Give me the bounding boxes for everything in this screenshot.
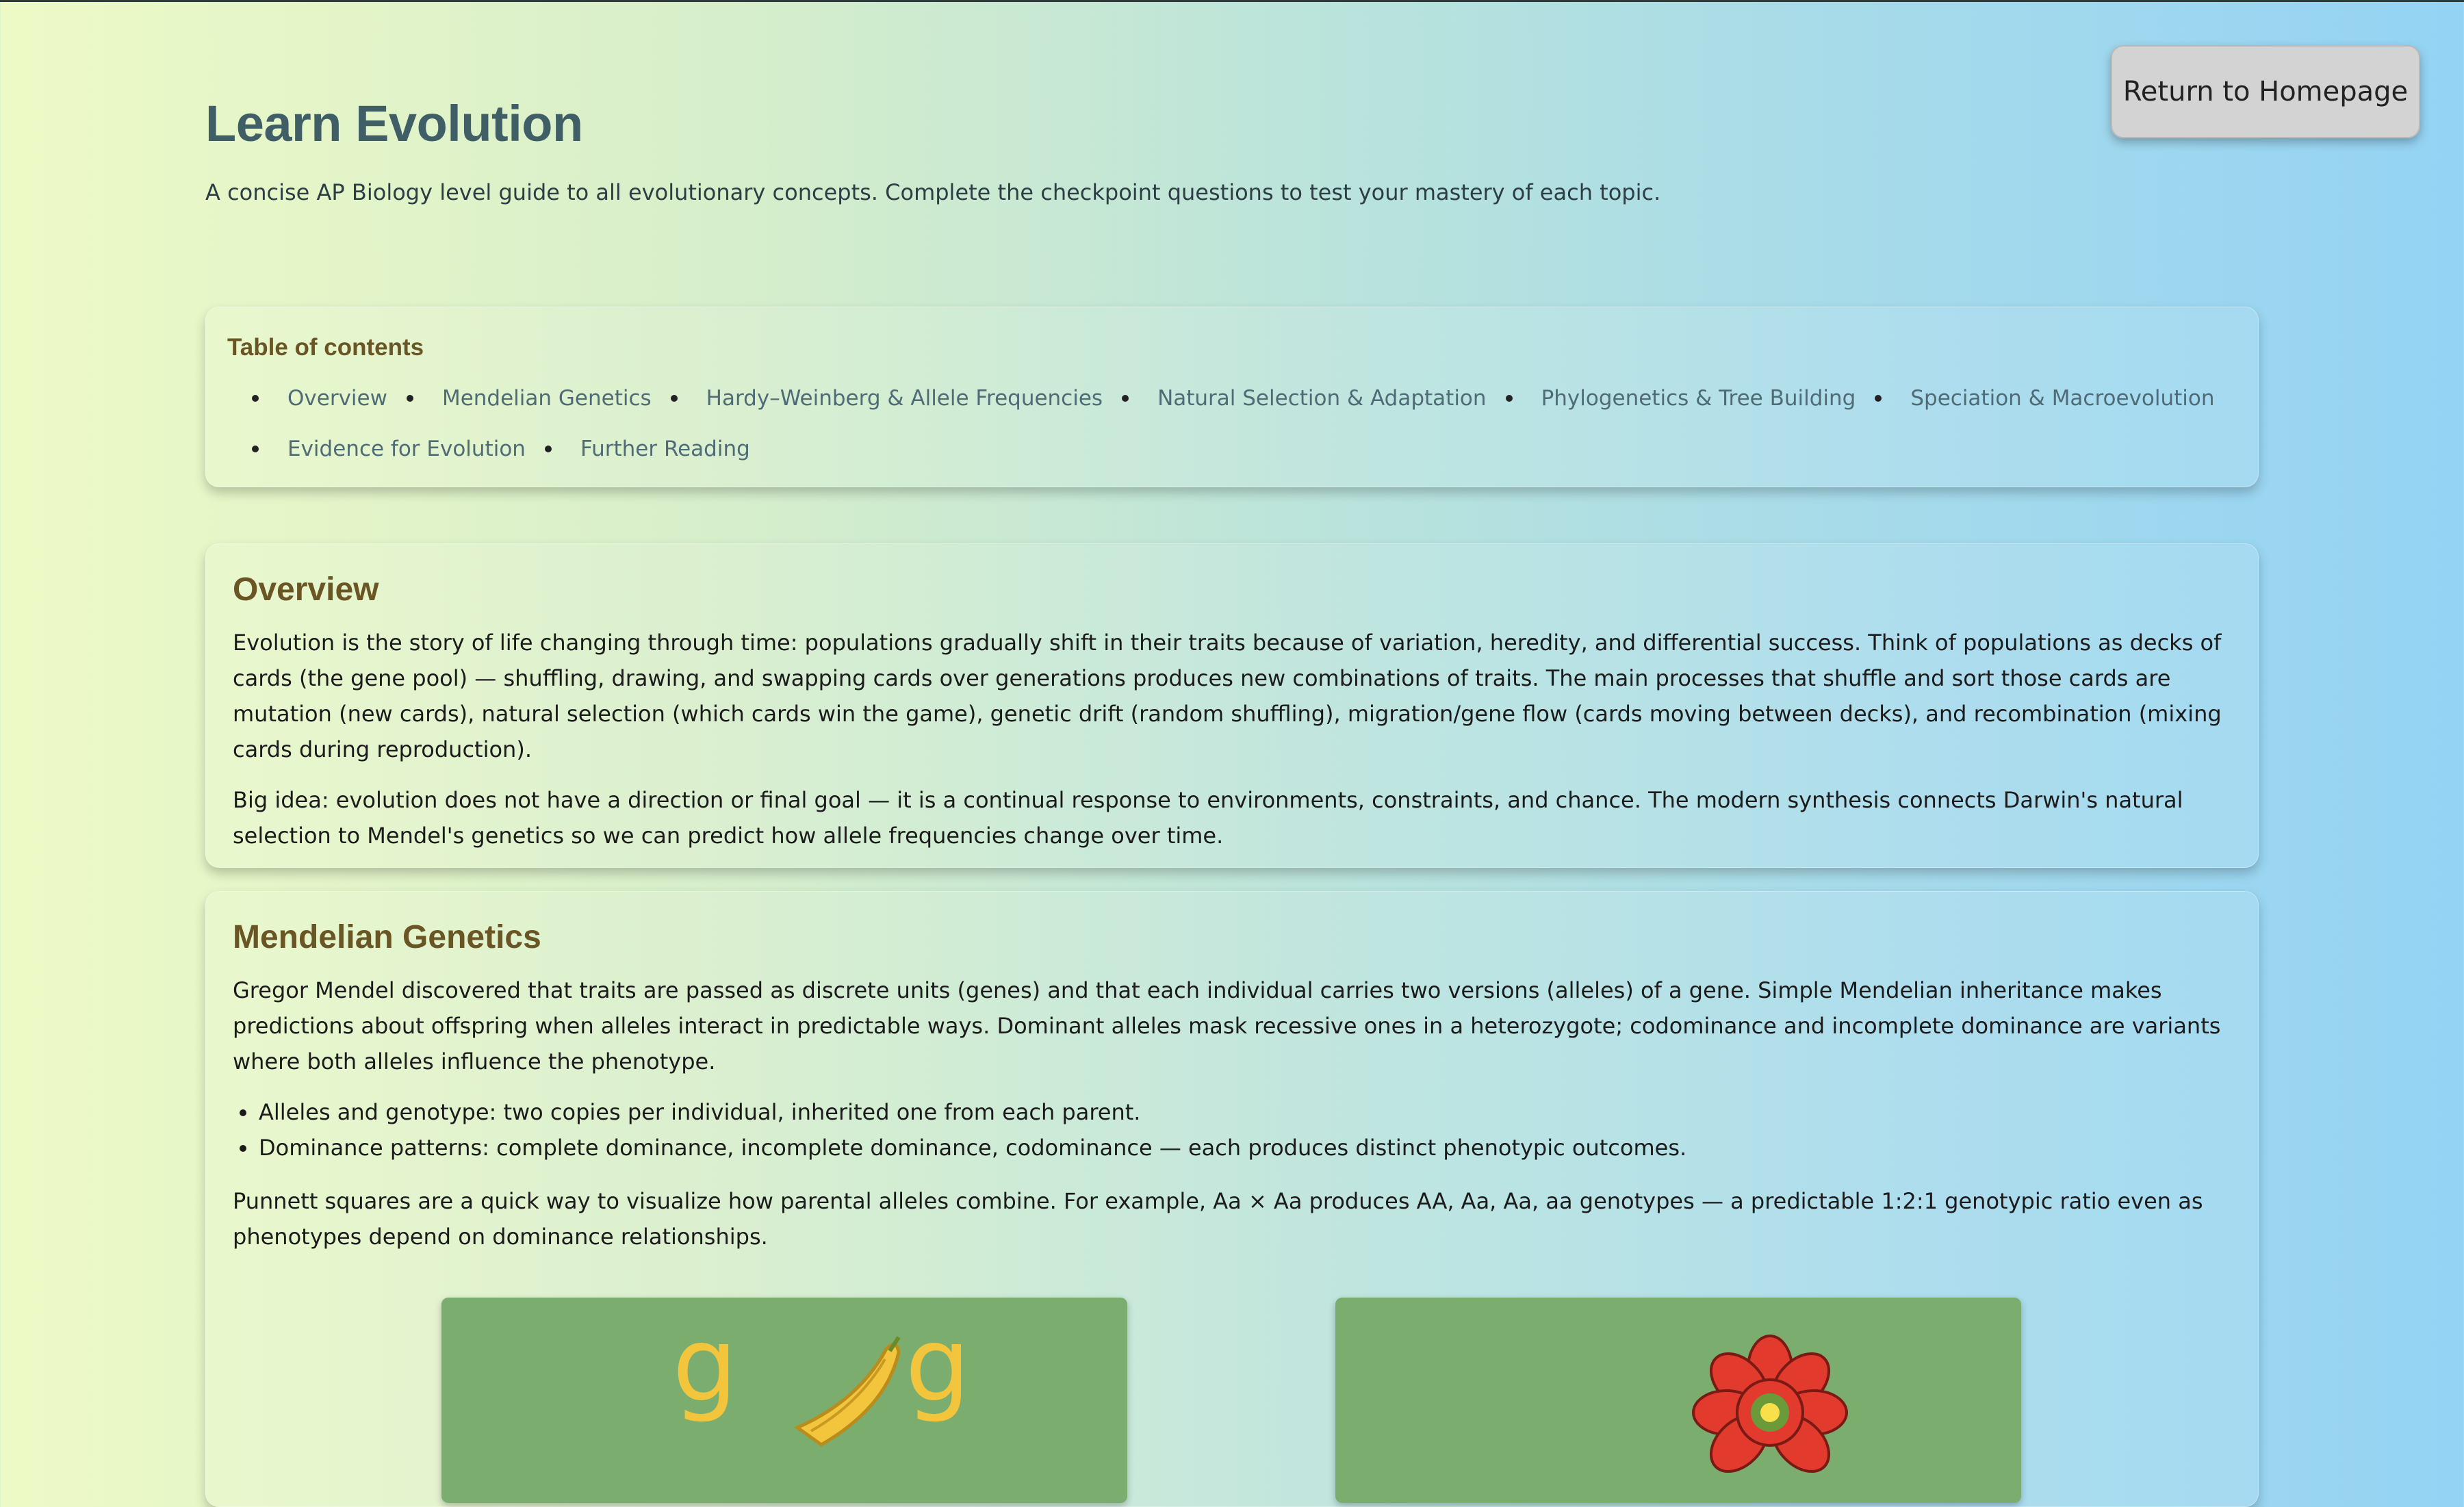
bullet-dot xyxy=(670,395,678,402)
allele-letter-right: g xyxy=(905,1306,970,1425)
mendelian-bullets: Alleles and genotype: two copies per ind… xyxy=(233,1094,2231,1165)
page-subtitle: A concise AP Biology level guide to all … xyxy=(205,179,1661,205)
bullet-dot xyxy=(406,395,413,402)
toc-link-evidence[interactable]: Evidence for Evolution xyxy=(252,431,526,467)
overview-paragraph-1: Evolution is the story of life changing … xyxy=(233,630,2222,762)
bullet-dot xyxy=(544,446,552,452)
toc-list: Overview Mendelian Genetics Hardy–Weinbe… xyxy=(252,381,2237,467)
toc-title: Table of contents xyxy=(227,334,424,361)
mendelian-title: Mendelian Genetics xyxy=(233,919,541,955)
toc-link-further-reading[interactable]: Further Reading xyxy=(544,431,750,467)
toc-link-label: Mendelian Genetics xyxy=(441,386,652,411)
bullet-dot xyxy=(252,446,259,452)
pea-pod-illustration: g g xyxy=(441,1298,1127,1503)
toc-link-label: Evidence for Evolution xyxy=(287,437,526,461)
bullet-dot xyxy=(1122,395,1129,402)
flower-svg xyxy=(1692,1335,1848,1473)
overview-title: Overview xyxy=(233,571,379,608)
toc-link-label: Overview xyxy=(287,386,387,411)
toc-link-hardy-weinberg[interactable]: Hardy–Weinberg & Allele Frequencies xyxy=(670,381,1103,416)
page-title: Learn Evolution xyxy=(205,95,583,152)
mendelian-paragraph-1: Gregor Mendel discovered that traits are… xyxy=(233,977,2221,1074)
flower-shape xyxy=(1692,1335,1848,1473)
pea-pod-svg: g g xyxy=(672,1306,971,1447)
toc-link-label: Natural Selection & Adaptation xyxy=(1157,386,1487,411)
toc-link-speciation[interactable]: Speciation & Macroevolution xyxy=(1875,381,2215,416)
toc-link-phylogenetics[interactable]: Phylogenetics & Tree Building xyxy=(1505,381,1856,416)
return-home-button[interactable]: Return to Homepage xyxy=(2111,45,2420,138)
toc-link-label: Hardy–Weinberg & Allele Frequencies xyxy=(706,386,1103,411)
toc-link-mendelian-genetics[interactable]: Mendelian Genetics xyxy=(406,381,652,416)
toc-link-label: Speciation & Macroevolution xyxy=(1910,386,2215,411)
bullet-dot xyxy=(252,395,259,402)
list-item: Dominance patterns: complete dominance, … xyxy=(233,1130,2231,1165)
toc-link-overview[interactable]: Overview xyxy=(252,381,387,416)
mendelian-paragraph-2: Punnett squares are a quick way to visua… xyxy=(233,1188,2203,1250)
toc-link-label: Further Reading xyxy=(580,437,750,461)
list-item: Alleles and genotype: two copies per ind… xyxy=(233,1094,2231,1130)
window-top-border xyxy=(0,0,2464,2)
toc-link-label: Phylogenetics & Tree Building xyxy=(1541,386,1856,411)
table-of-contents: Table of contents Overview Mendelian Gen… xyxy=(205,307,2259,487)
overview-section: Overview Evolution is the story of life … xyxy=(205,543,2259,868)
red-flower-illustration xyxy=(1335,1298,2021,1503)
allele-letter-left: g xyxy=(672,1306,737,1425)
toc-link-natural-selection[interactable]: Natural Selection & Adaptation xyxy=(1122,381,1487,416)
bullet-dot xyxy=(1875,395,1882,402)
bullet-dot xyxy=(1505,395,1513,402)
overview-paragraph-2: Big idea: evolution does not have a dire… xyxy=(233,787,2183,849)
